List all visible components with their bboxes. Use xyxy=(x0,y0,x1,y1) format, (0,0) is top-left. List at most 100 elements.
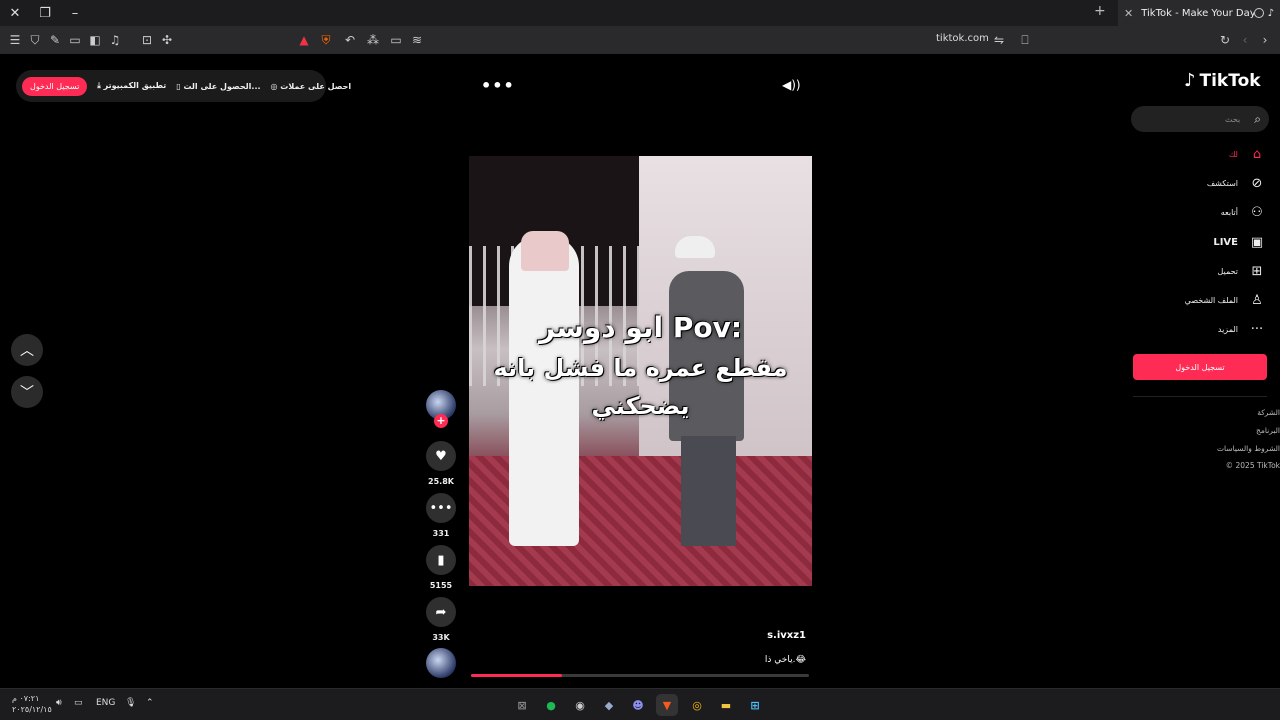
nav-label: أتابعه xyxy=(1220,207,1238,217)
close-window-icon[interactable]: ✕ xyxy=(0,0,30,26)
video-caption-line2: مقطع عمره ما فشل بانه xyxy=(493,354,788,382)
browser-tab[interactable]: ✕ TikTok - Make Your Day ♪ xyxy=(1118,0,1280,26)
minimize-window-icon[interactable]: – xyxy=(60,0,90,26)
nav-label: المزيد xyxy=(1217,324,1238,334)
mute-tab-icon[interactable] xyxy=(1253,8,1264,18)
nav-explore[interactable]: استكشف ⊘ xyxy=(1140,174,1266,192)
nav-for-you[interactable]: لك ⌂ xyxy=(1140,145,1266,163)
desktop-app-link[interactable]: ⤓ تطبيق الكمبيوتر xyxy=(97,81,166,91)
close-tab-icon[interactable]: ✕ xyxy=(1124,7,1133,20)
more-options-icon[interactable]: ••• xyxy=(481,76,515,95)
profile-icon: ♙ xyxy=(1251,292,1263,308)
reload-icon[interactable]: ↻ xyxy=(1216,31,1234,49)
clock-date: ٢٠٢٥/١٢/١٥ xyxy=(12,705,52,714)
reader-icon[interactable]: ≋ xyxy=(408,31,426,49)
browser-toolbar: ☰ ⛉ ✎ ▭ ◧ ♫ ⊡ ✣ ▲ ⛨ ↶ ⁂ ▭ ≋ tiktok.com ⇋… xyxy=(0,26,1280,54)
volume-icon[interactable]: 🔊︎ xyxy=(56,698,62,708)
video-person-2-legs xyxy=(681,436,736,546)
sound-icon[interactable]: ◀)) xyxy=(782,78,801,92)
network-icon[interactable]: ▭ xyxy=(74,698,83,708)
cast-icon[interactable]: ▭ xyxy=(387,31,405,49)
compass-icon: ⊘ xyxy=(1251,175,1263,191)
rewards-icon[interactable]: ▲ xyxy=(295,31,313,49)
chrome-app-icon[interactable]: ◎ xyxy=(686,694,708,716)
brave-app-icon[interactable]: ▼ xyxy=(656,694,678,716)
microphone-icon[interactable]: 🎙︎ xyxy=(125,698,136,708)
pen-icon[interactable]: ✎ xyxy=(46,31,64,49)
brave-shield-icon[interactable]: ⛨ xyxy=(317,31,335,49)
nav-more[interactable]: المزيد ··· xyxy=(1140,320,1266,338)
tiktok-logo[interactable]: ♪ TikTok xyxy=(1184,70,1261,91)
desktop-app-label: تطبيق الكمبيوتر xyxy=(103,81,167,90)
nav-following[interactable]: أتابعه ⚇ xyxy=(1140,203,1266,221)
search-icon[interactable]: ⌕ xyxy=(1254,112,1261,127)
back-arrow-icon[interactable]: ↶ xyxy=(341,31,359,49)
video-progress-fill xyxy=(471,674,563,677)
home-icon: ⌂ xyxy=(1252,146,1262,162)
live-icon: ▣ xyxy=(1250,234,1264,250)
comment-icon[interactable]: ••• xyxy=(426,493,456,523)
get-coins-link[interactable]: ◎ احصل على عملات xyxy=(271,82,352,91)
bookmark-save-icon[interactable]: ▮ xyxy=(426,545,456,575)
tiktok-logo-text: TikTok xyxy=(1199,70,1261,91)
discord-app-icon[interactable]: ☻ xyxy=(627,694,649,716)
next-video-icon[interactable]: ﹀ xyxy=(11,376,43,408)
heart-icon[interactable]: ♥ xyxy=(426,441,456,471)
restore-window-icon[interactable]: ❐ xyxy=(30,0,60,26)
nav-live[interactable]: LIVE ▣ xyxy=(1140,233,1266,251)
likes-count: 25.8K xyxy=(428,477,454,486)
address-bar[interactable]: tiktok.com xyxy=(936,33,989,44)
search-input[interactable]: بحث ⌕ xyxy=(1131,106,1269,132)
nav-upload[interactable]: تحميل ⊞ xyxy=(1140,262,1266,280)
taskbar: ٠٧:٢١ م ٢٠٢٥/١٢/١٥ 🔊︎ ▭ ENG 🎙︎ ⌃ ⊠ ● ◉ ◆… xyxy=(0,688,1280,720)
windows-start-icon[interactable]: ⊞ xyxy=(744,694,766,716)
sound-avatar[interactable] xyxy=(426,648,456,678)
menu-icon[interactable]: ☰ xyxy=(6,31,24,49)
nav-label: الملف الشخصي xyxy=(1184,295,1238,305)
tiktok-logo-icon: ♪ xyxy=(1184,70,1196,91)
comment-action: ••• 331 xyxy=(426,493,456,538)
site-settings-icon[interactable]: ⇋ xyxy=(990,31,1008,49)
xbox-app-icon[interactable]: ⊠ xyxy=(511,694,533,716)
get-app-label: الحصول على الت... xyxy=(183,81,261,91)
spotify-app-icon[interactable]: ● xyxy=(540,694,562,716)
sidebar-icon[interactable]: ▭ xyxy=(66,31,84,49)
file-explorer-app-icon[interactable]: ▬ xyxy=(715,694,737,716)
music-icon[interactable]: ♫ xyxy=(106,31,124,49)
share-action: ➦ 33K xyxy=(426,597,456,642)
translate-icon[interactable]: ⁂ xyxy=(364,31,382,49)
window-titlebar: ✕ ❐ – + ✕ TikTok - Make Your Day ♪ xyxy=(0,0,1280,26)
get-app-link[interactable]: ▯ الحصول على الت... xyxy=(176,82,260,91)
saves-count: 5155 xyxy=(429,581,453,590)
video-person-1-head xyxy=(521,231,569,271)
bookmark-icon[interactable]: ⎕ xyxy=(1016,31,1034,49)
previous-video-icon[interactable]: ︿ xyxy=(11,334,43,366)
language-indicator[interactable]: ENG xyxy=(96,698,115,708)
footer-terms-link[interactable]: الشروط والسياسات xyxy=(1160,444,1280,453)
nav-label: استكشف xyxy=(1206,178,1238,188)
top-login-button[interactable]: تسجيل الدخول xyxy=(22,76,88,96)
extensions-icon[interactable]: ✣ xyxy=(158,31,176,49)
screenshot-icon[interactable]: ⊡ xyxy=(138,31,156,49)
video-progress-bar[interactable] xyxy=(471,674,809,677)
forward-icon[interactable]: › xyxy=(1256,31,1274,49)
new-tab-icon[interactable]: + xyxy=(1094,3,1106,19)
nav-label: لك xyxy=(1228,149,1238,159)
sidebar-login-button[interactable]: تسجيل الدخول xyxy=(1133,354,1267,380)
footer-program-link[interactable]: البرنامج xyxy=(1160,426,1280,435)
taskbar-clock[interactable]: ٠٧:٢١ م ٢٠٢٥/١٢/١٥ xyxy=(12,693,52,715)
share-icon[interactable]: ➦ xyxy=(426,597,456,627)
follow-button[interactable]: + xyxy=(434,414,448,428)
panel-icon[interactable]: ◧ xyxy=(86,31,104,49)
tray-expand-icon[interactable]: ⌃ xyxy=(146,698,154,708)
footer-company-link[interactable]: الشركة xyxy=(1160,408,1280,417)
tab-title: TikTok - Make Your Day xyxy=(1141,7,1254,19)
back-icon[interactable]: ‹ xyxy=(1236,31,1254,49)
video-author[interactable]: s.ivxz1 xyxy=(700,630,806,641)
video-player[interactable]: ابو دوسر Pov: مقطع عمره ما فشل بانه يضحك… xyxy=(469,156,812,586)
shield-icon[interactable]: ⛉ xyxy=(26,31,44,49)
nav-profile[interactable]: الملف الشخصي ♙ xyxy=(1140,291,1266,309)
game-app-icon[interactable]: ◉ xyxy=(569,694,591,716)
steam-app-icon[interactable]: ◆ xyxy=(598,694,620,716)
upload-icon: ⊞ xyxy=(1251,263,1263,279)
